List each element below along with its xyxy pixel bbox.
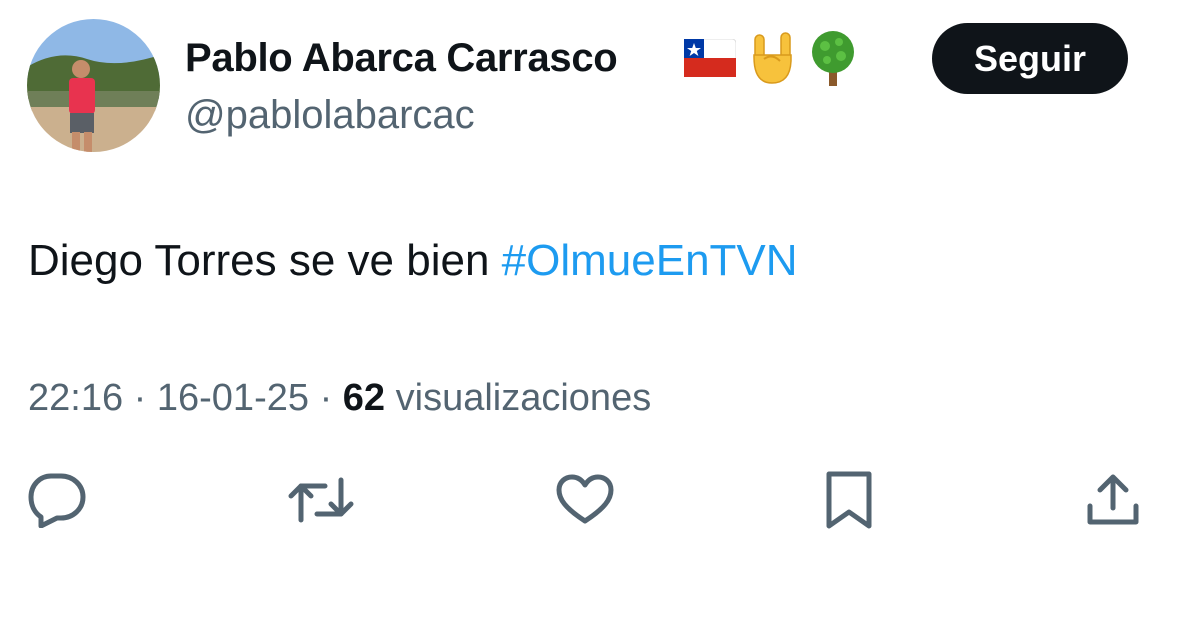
reply-icon[interactable] [27, 472, 87, 528]
author-handle[interactable]: @pablolabarcac [185, 90, 475, 140]
tweet-body: Diego Torres se ve bien [28, 236, 502, 285]
name-emojis [684, 30, 858, 86]
avatar-photo [27, 19, 160, 152]
avatar[interactable] [27, 19, 160, 152]
author-name[interactable]: Pablo Abarca Carrasco [185, 32, 618, 84]
tweet-text: Diego Torres se ve bien #OlmueEnTVN [28, 233, 798, 289]
tweet-meta: 22:16 · 16-01-25 · 62 visualizaciones [28, 373, 651, 423]
retweet-icon[interactable] [287, 474, 355, 526]
views-label: visualizaciones [395, 377, 652, 419]
follow-button[interactable]: Seguir [932, 23, 1128, 94]
tree-icon [812, 31, 854, 86]
meta-separator: · [133, 377, 147, 419]
views-count: 62 [342, 377, 386, 419]
like-icon[interactable] [555, 474, 615, 526]
bookmark-icon[interactable] [823, 470, 875, 530]
tweet-date[interactable]: 16-01-25 [157, 377, 309, 419]
share-icon[interactable] [1083, 472, 1143, 528]
tweet-time[interactable]: 22:16 [28, 377, 123, 419]
rock-hand-icon [753, 32, 792, 84]
chile-flag-icon [684, 39, 736, 77]
meta-separator: · [319, 377, 333, 419]
hashtag-link[interactable]: #OlmueEnTVN [502, 236, 798, 285]
